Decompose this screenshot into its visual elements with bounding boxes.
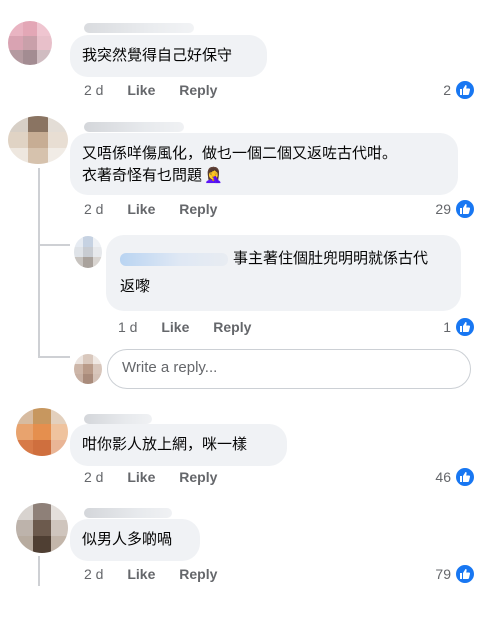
- thumbs-up-icon[interactable]: [455, 317, 475, 337]
- like-button[interactable]: Like: [127, 565, 155, 583]
- avatar[interactable]: [74, 236, 102, 268]
- comment-time[interactable]: 2 d: [84, 81, 103, 99]
- thumbs-up-icon[interactable]: [455, 199, 475, 219]
- commenter-name[interactable]: [84, 23, 194, 33]
- current-user-avatar: [74, 354, 102, 384]
- comment-bubble: 咁你影人放上網，咪一樣: [70, 424, 287, 466]
- avatar[interactable]: [16, 408, 68, 456]
- thumbs-up-icon[interactable]: [455, 80, 475, 100]
- comment-actions: 2 d Like Reply: [84, 565, 217, 583]
- comment-text: 衣著奇怪有乜問題: [82, 167, 203, 184]
- reaction-count[interactable]: 79: [435, 565, 451, 583]
- comment-time[interactable]: 2 d: [84, 565, 103, 583]
- comment-text: 咁你影人放上網，咪一樣: [82, 436, 248, 453]
- avatar[interactable]: [16, 503, 68, 553]
- like-button[interactable]: Like: [127, 468, 155, 486]
- reaction-count[interactable]: 46: [435, 468, 451, 486]
- reaction-count[interactable]: 2: [443, 81, 451, 99]
- reply-input-placeholder: Write a reply...: [122, 359, 218, 376]
- comment-text: 又唔係咩傷風化，做乜一個二個又返咗古代咁。: [82, 145, 398, 162]
- like-button[interactable]: Like: [127, 200, 155, 218]
- like-button[interactable]: Like: [127, 81, 155, 99]
- thread-line: [38, 168, 40, 358]
- thread-connector: [38, 244, 70, 246]
- comment-actions: 2 d Like Reply: [84, 200, 217, 218]
- thumbs-up-icon[interactable]: [455, 467, 475, 487]
- mentioned-user[interactable]: [120, 252, 228, 266]
- comment-time[interactable]: 2 d: [84, 468, 103, 486]
- reaction-count[interactable]: 1: [443, 318, 451, 336]
- reply-button[interactable]: Reply: [179, 565, 217, 583]
- reply-button[interactable]: Reply: [179, 200, 217, 218]
- facepalm-emoji: 🤦‍♀️: [204, 167, 223, 184]
- comment-text: 似男人多啲喎: [82, 531, 173, 548]
- reply-button[interactable]: Reply: [179, 468, 217, 486]
- avatar[interactable]: [8, 21, 52, 65]
- comment-text: 我突然覺得自己好保守: [82, 47, 233, 64]
- reply-input[interactable]: Write a reply...: [107, 349, 471, 389]
- reply-actions: 1 d Like Reply: [118, 318, 251, 336]
- reply-button[interactable]: Reply: [179, 81, 217, 99]
- commenter-name[interactable]: [84, 414, 152, 424]
- reply-text: 事主著住個肚兜明明就係古代: [233, 250, 429, 267]
- avatar[interactable]: [8, 116, 68, 164]
- thread-connector: [38, 356, 70, 358]
- comment-bubble: 又唔係咩傷風化，做乜一個二個又返咗古代咁。 衣著奇怪有乜問題 🤦‍♀️: [70, 133, 458, 195]
- reaction-count[interactable]: 29: [435, 200, 451, 218]
- comment-bubble: 我突然覺得自己好保守: [70, 35, 267, 77]
- like-button[interactable]: Like: [161, 318, 189, 336]
- comment-actions: 2 d Like Reply: [84, 468, 217, 486]
- comment-bubble: 似男人多啲喎: [70, 519, 200, 561]
- thread-line: [38, 556, 40, 586]
- comment-actions: 2 d Like Reply: [84, 81, 217, 99]
- reply-button[interactable]: Reply: [213, 318, 251, 336]
- reply-text: 返嚟: [120, 278, 151, 295]
- reply-bubble: 事主著住個肚兜明明就係古代 返嚟: [106, 235, 461, 311]
- commenter-name[interactable]: [84, 508, 172, 518]
- comment-time[interactable]: 2 d: [84, 200, 103, 218]
- thumbs-up-icon[interactable]: [455, 564, 475, 584]
- reply-time[interactable]: 1 d: [118, 318, 137, 336]
- commenter-name[interactable]: [84, 122, 184, 132]
